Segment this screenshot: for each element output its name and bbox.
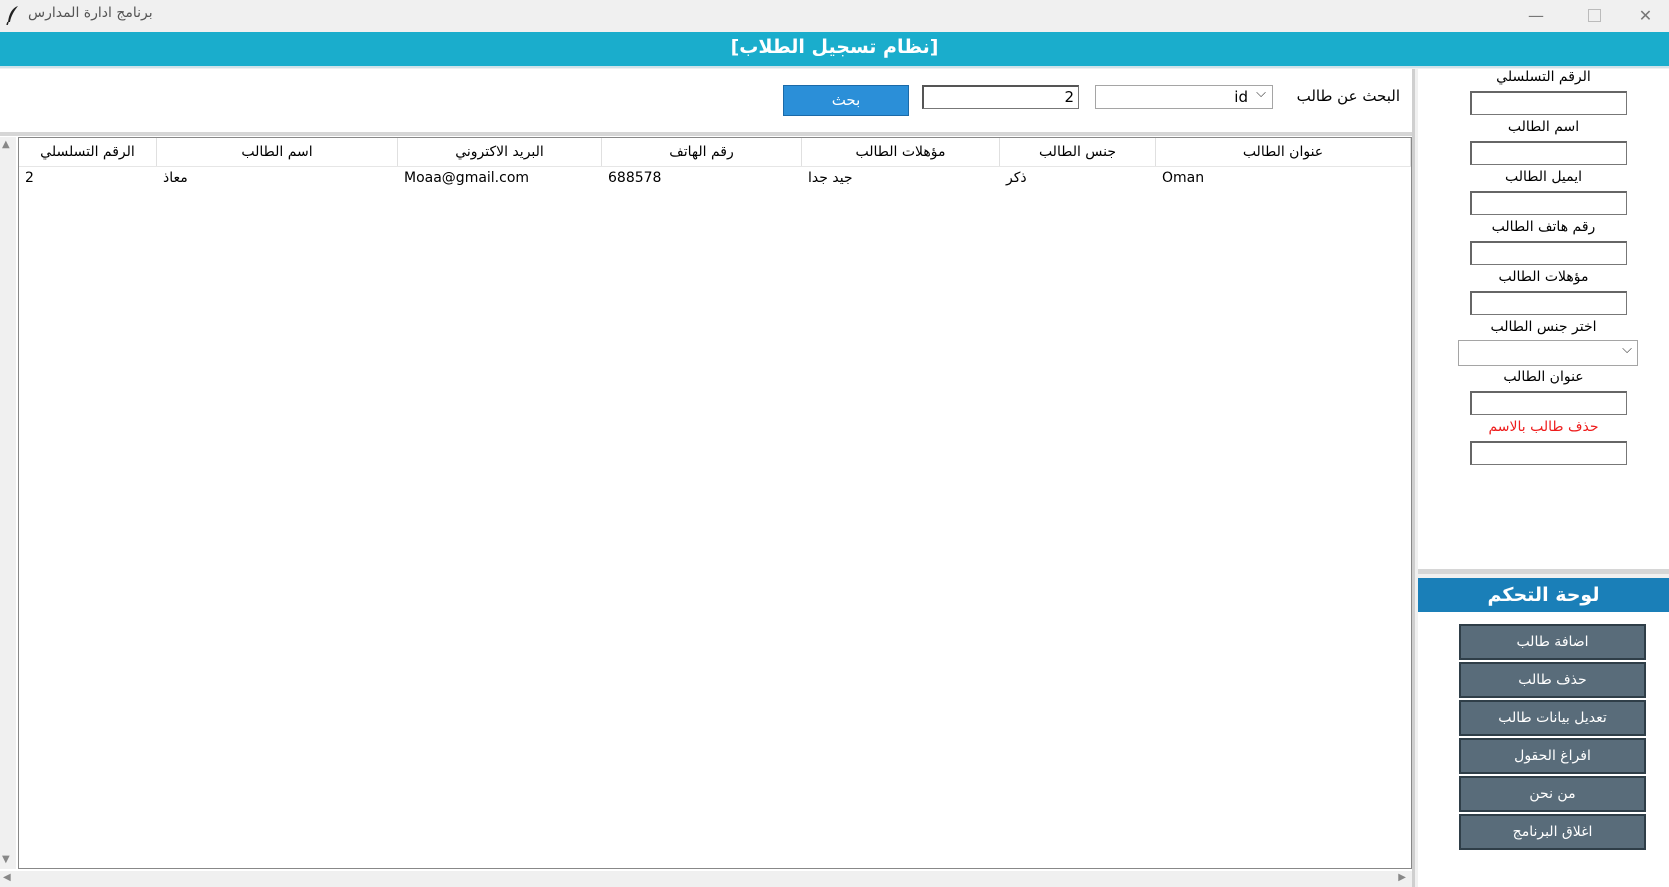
- search-bar: البحث عن طالب id ⌵ 2 بحث: [0, 69, 1412, 132]
- cell-name: معاذ: [163, 170, 188, 186]
- chevron-down-icon: ⌵: [1622, 342, 1632, 357]
- student-form-panel: الرقم التسلسلي اسم الطالب ايميل الطالب ر…: [1418, 69, 1669, 569]
- chevron-down-icon: ⌵: [1256, 86, 1266, 101]
- phone-field[interactable]: [1470, 241, 1627, 265]
- delete-by-name-label: حذف طالب بالاسم: [1488, 419, 1599, 435]
- cell-address: Oman: [1162, 170, 1205, 186]
- cell-gender: ذكر: [1006, 170, 1027, 186]
- header-banner: [نظام تسجيل الطلاب]: [0, 32, 1669, 68]
- close-icon: ✕: [1638, 6, 1653, 25]
- delete-student-button[interactable]: حذف طالب: [1459, 662, 1646, 698]
- phone-label: رقم هاتف الطالب: [1491, 219, 1596, 235]
- gender-label: اختر جنس الطالب: [1490, 319, 1597, 335]
- control-panel: اضافة طالب حذف طالب تعديل بيانات طالب اف…: [1418, 612, 1669, 887]
- minimize-button[interactable]: —: [1507, 0, 1565, 31]
- exit-program-button[interactable]: اغلاق البرنامج: [1459, 814, 1646, 850]
- name-field[interactable]: [1470, 141, 1627, 165]
- serial-label: الرقم التسلسلي: [1496, 69, 1591, 85]
- students-table: الرقم التسلسلي اسم الطالب البريد الاكترو…: [18, 137, 1412, 869]
- scroll-left-icon[interactable]: ◀: [3, 872, 11, 883]
- table-row[interactable]: 2 معاذ Moaa@gmail.com 688578 جيد جدا ذكر…: [19, 166, 1411, 190]
- table-header: الرقم التسلسلي اسم الطالب البريد الاكترو…: [19, 138, 1411, 167]
- column-header-qualification[interactable]: مؤهلات الطالب: [802, 138, 1000, 166]
- qualification-field[interactable]: [1470, 291, 1627, 315]
- control-panel-title: لوحة التحكم: [1418, 578, 1669, 612]
- address-label: عنوان الطالب: [1503, 369, 1584, 385]
- about-us-button[interactable]: من نحن: [1459, 776, 1646, 812]
- cell-phone: 688578: [608, 170, 662, 186]
- cell-serial: 2: [25, 170, 34, 186]
- scroll-up-icon[interactable]: ▲: [2, 139, 10, 150]
- email-label: ايميل الطالب: [1504, 169, 1583, 185]
- column-header-phone[interactable]: رقم الهاتف: [602, 138, 802, 166]
- column-header-name[interactable]: اسم الطالب: [157, 138, 398, 166]
- add-student-button[interactable]: اضافة طالب: [1459, 624, 1646, 660]
- scroll-right-icon[interactable]: ▶: [1398, 872, 1406, 883]
- search-label: البحث عن طالب: [1296, 87, 1400, 105]
- column-header-serial[interactable]: الرقم التسلسلي: [19, 138, 157, 166]
- address-field[interactable]: [1470, 391, 1627, 415]
- search-button[interactable]: بحث: [783, 85, 909, 116]
- gender-select[interactable]: ⌵: [1458, 340, 1638, 366]
- vertical-scrollbar[interactable]: ▲ ▼: [0, 137, 16, 869]
- delete-by-name-field[interactable]: [1470, 441, 1627, 465]
- search-input[interactable]: 2: [922, 85, 1079, 109]
- feather-icon: [6, 6, 18, 25]
- column-header-email[interactable]: البريد الاكتروني: [398, 138, 602, 166]
- title-bar: برنامج ادارة المدارس — ✕: [0, 0, 1669, 31]
- name-label: اسم الطالب: [1507, 119, 1580, 135]
- horizontal-scrollbar[interactable]: ◀ ▶: [0, 871, 1412, 887]
- scroll-down-icon[interactable]: ▼: [2, 854, 10, 865]
- page-title: [نظام تسجيل الطلاب]: [730, 36, 939, 58]
- search-field-value: id: [1234, 88, 1248, 106]
- clear-fields-button[interactable]: افراغ الحقول: [1459, 738, 1646, 774]
- maximize-icon: [1587, 9, 1601, 22]
- maximize-button[interactable]: [1565, 0, 1623, 31]
- window-title: برنامج ادارة المدارس: [28, 5, 153, 21]
- serial-field[interactable]: [1470, 91, 1627, 115]
- search-field-select[interactable]: id ⌵: [1095, 85, 1273, 109]
- qualification-label: مؤهلات الطالب: [1498, 269, 1589, 285]
- cell-email: Moaa@gmail.com: [404, 170, 530, 186]
- divider: [1418, 569, 1669, 574]
- divider: [0, 132, 1412, 136]
- close-button[interactable]: ✕: [1622, 0, 1669, 31]
- minimize-icon: —: [1528, 6, 1544, 25]
- edit-student-button[interactable]: تعديل بيانات طالب: [1459, 700, 1646, 736]
- main-area: البحث عن طالب id ⌵ 2 بحث ▲ ▼ الرقم التسل…: [0, 69, 1415, 887]
- column-header-gender[interactable]: جنس الطالب: [1000, 138, 1156, 166]
- email-field[interactable]: [1470, 191, 1627, 215]
- column-header-address[interactable]: عنوان الطالب: [1156, 138, 1411, 166]
- cell-qualification: جيد جدا: [808, 170, 853, 186]
